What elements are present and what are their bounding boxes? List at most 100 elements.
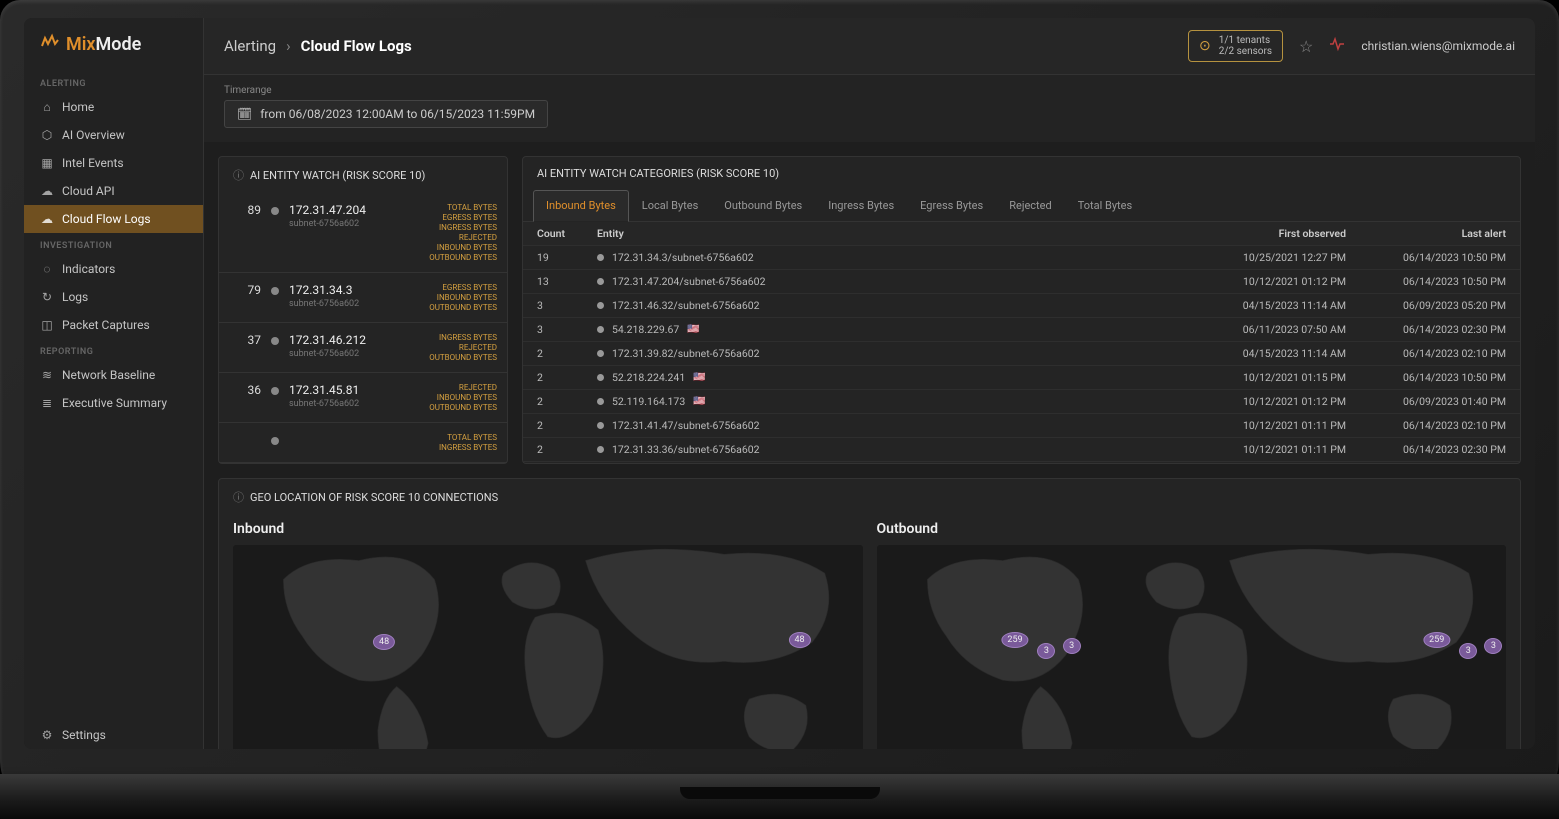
tag: EGRESS BYTES — [407, 213, 497, 222]
table-row[interactable]: 3 54.218.229.67 🇺🇸 06/11/2023 07:50 AM 0… — [523, 318, 1520, 342]
table-row[interactable]: 2 52.218.224.241 🇺🇸 10/12/2021 01:15 PM … — [523, 366, 1520, 390]
settings-link[interactable]: ⚙ Settings — [24, 721, 203, 749]
breadcrumb-current: Cloud Flow Logs — [301, 37, 412, 55]
entity-tags: EGRESS BYTESINBOUND BYTESOUTBOUND BYTES — [407, 283, 497, 312]
dot-icon — [597, 422, 604, 429]
col-first[interactable]: First observed — [1186, 227, 1346, 240]
entity-watch-row[interactable]: 79 172.31.34.3 subnet-6756a602 EGRESS BY… — [219, 273, 507, 323]
dot-icon — [597, 374, 604, 381]
sidebar-item-label: Cloud Flow Logs — [62, 212, 151, 226]
tag: INGRESS BYTES — [407, 333, 497, 342]
sidebar-item-cloud-api[interactable]: ☁Cloud API — [24, 177, 203, 205]
categories-title: AI ENTITY WATCH CATEGORIES (RISK SCORE 1… — [537, 167, 779, 180]
map-marker[interactable]: 3 — [1484, 638, 1502, 654]
sidebar-item-summary[interactable]: ≣ Executive Summary — [24, 389, 203, 417]
map-inbound[interactable]: 48 48 — [233, 545, 863, 749]
tag: OUTBOUND BYTES — [407, 253, 497, 262]
map-outbound[interactable]: 2593325933 — [877, 545, 1507, 749]
cell-count: 3 — [537, 299, 597, 312]
tab-ingress-bytes[interactable]: Ingress Bytes — [815, 190, 907, 221]
col-last[interactable]: Last alert — [1346, 227, 1506, 240]
cell-first-observed: 04/15/2023 11:14 AM — [1186, 299, 1346, 312]
flag-icon: 🇺🇸 — [693, 372, 705, 383]
map-marker[interactable]: 48 — [788, 632, 810, 648]
sidebar-item-label: Executive Summary — [62, 396, 167, 410]
col-entity[interactable]: Entity — [597, 227, 1186, 240]
tag: INGRESS BYTES — [407, 443, 497, 452]
sidebar-item-label: Intel Events — [62, 156, 124, 170]
sensors-line: 2/2 sensors — [1219, 46, 1272, 57]
cell-entity: 172.31.41.47/subnet-6756a602 — [597, 419, 1186, 432]
sidebar-item-ai-overview[interactable]: ⬡AI Overview — [24, 121, 203, 149]
cell-count: 2 — [537, 443, 597, 456]
cell-first-observed: 10/12/2021 01:11 PM — [1186, 443, 1346, 456]
star-icon[interactable]: ☆ — [1299, 37, 1313, 56]
tab-egress-bytes[interactable]: Egress Bytes — [907, 190, 996, 221]
status-dot-icon — [271, 207, 279, 215]
risk-score: 36 — [233, 383, 261, 397]
sidebar-item-logs[interactable]: ↻Logs — [24, 283, 203, 311]
cell-first-observed: 10/12/2021 01:15 PM — [1186, 371, 1346, 384]
cell-count: 2 — [537, 395, 597, 408]
tab-rejected[interactable]: Rejected — [996, 190, 1064, 221]
dot-icon — [597, 254, 604, 261]
sidebar-item-label: Indicators — [62, 262, 115, 276]
map-marker[interactable]: 3 — [1459, 643, 1477, 659]
entity-tags: TOTAL BYTESEGRESS BYTESINGRESS BYTESREJE… — [407, 203, 497, 262]
baseline-icon: ≋ — [40, 368, 54, 382]
entity-watch-row[interactable]: TOTAL BYTESINGRESS BYTES — [219, 423, 507, 463]
entity-watch-row[interactable]: 89 172.31.47.204 subnet-6756a602 TOTAL B… — [219, 193, 507, 273]
table-row[interactable]: 2 172.31.39.82/subnet-6756a602 04/15/202… — [523, 342, 1520, 366]
tag: TOTAL BYTES — [407, 203, 497, 212]
table-row[interactable]: 3 172.31.46.32/subnet-6756a602 04/15/202… — [523, 294, 1520, 318]
sidebar-item-label: Home — [62, 100, 94, 114]
entity-watch-row[interactable]: 36 172.31.45.81 subnet-6756a602 REJECTED… — [219, 373, 507, 423]
map-marker[interactable]: 259 — [1423, 632, 1450, 648]
table-row[interactable]: 19 172.31.34.3/subnet-6756a602 10/25/202… — [523, 246, 1520, 270]
summary-icon: ≣ — [40, 396, 54, 410]
table-row[interactable]: 2 172.31.33.36/subnet-6756a602 10/12/202… — [523, 438, 1520, 462]
tenant-status-badge[interactable]: ⊙ 1/1 tenants 2/2 sensors — [1188, 30, 1283, 62]
table-row[interactable]: 2 52.119.164.173 🇺🇸 10/12/2021 01:12 PM … — [523, 390, 1520, 414]
info-icon[interactable]: ⓘ — [233, 489, 244, 505]
sidebar-item-label: AI Overview — [62, 128, 125, 142]
warning-icon: ⊙ — [1199, 38, 1211, 54]
tab-local-bytes[interactable]: Local Bytes — [629, 190, 712, 221]
map-marker[interactable]: 259 — [1001, 632, 1028, 648]
tag: OUTBOUND BYTES — [407, 303, 497, 312]
tab-total-bytes[interactable]: Total Bytes — [1065, 190, 1145, 221]
tag: REJECTED — [407, 233, 497, 242]
tab-inbound-bytes[interactable]: Inbound Bytes — [533, 190, 629, 222]
breadcrumb-parent[interactable]: Alerting — [224, 37, 276, 55]
sidebar-item-cloud-flow[interactable]: ☁ Cloud Flow Logs — [24, 205, 203, 233]
table-row[interactable]: 2 172.31.41.47/subnet-6756a602 10/12/202… — [523, 414, 1520, 438]
cloud-flow-icon: ☁ — [40, 212, 54, 226]
cell-entity: 52.218.224.241 🇺🇸 — [597, 371, 1186, 384]
sidebar-item-packets[interactable]: ◫Packet Captures — [24, 311, 203, 339]
sidebar-item-indicators[interactable]: ◌Indicators — [24, 255, 203, 283]
cell-count: 2 — [537, 371, 597, 384]
logo[interactable]: MixMode — [24, 18, 203, 71]
sidebar-item-home[interactable]: ⌂Home — [24, 93, 203, 121]
info-icon[interactable]: ⓘ — [233, 167, 244, 183]
sidebar-item-baseline[interactable]: ≋Network Baseline — [24, 361, 203, 389]
tab-outbound-bytes[interactable]: Outbound Bytes — [711, 190, 815, 221]
col-count[interactable]: Count — [537, 227, 597, 240]
gear-icon: ⚙ — [40, 728, 54, 742]
map-marker[interactable]: 3 — [1063, 638, 1081, 654]
map-marker[interactable]: 3 — [1037, 643, 1055, 659]
timerange-picker[interactable]: 🗓 from 06/08/2023 12:00AM to 06/15/2023 … — [224, 100, 548, 128]
tag: INBOUND BYTES — [407, 293, 497, 302]
user-email[interactable]: christian.wiens@mixmode.ai — [1361, 39, 1515, 53]
activity-icon[interactable] — [1329, 36, 1345, 56]
entity-watch-row[interactable]: 37 172.31.46.212 subnet-6756a602 INGRESS… — [219, 323, 507, 373]
table-row[interactable]: 13 172.31.47.204/subnet-6756a602 10/12/2… — [523, 270, 1520, 294]
tag: REJECTED — [407, 343, 497, 352]
geo-outbound: Outbound — [877, 515, 1507, 749]
sidebar-item-intel-events[interactable]: ▦Intel Events — [24, 149, 203, 177]
cell-last-alert: 06/14/2023 10:50 PM — [1346, 275, 1506, 288]
dot-icon — [597, 326, 604, 333]
cell-count: 2 — [537, 347, 597, 360]
map-marker[interactable]: 48 — [373, 634, 395, 650]
categories-panel: AI ENTITY WATCH CATEGORIES (RISK SCORE 1… — [522, 156, 1521, 464]
